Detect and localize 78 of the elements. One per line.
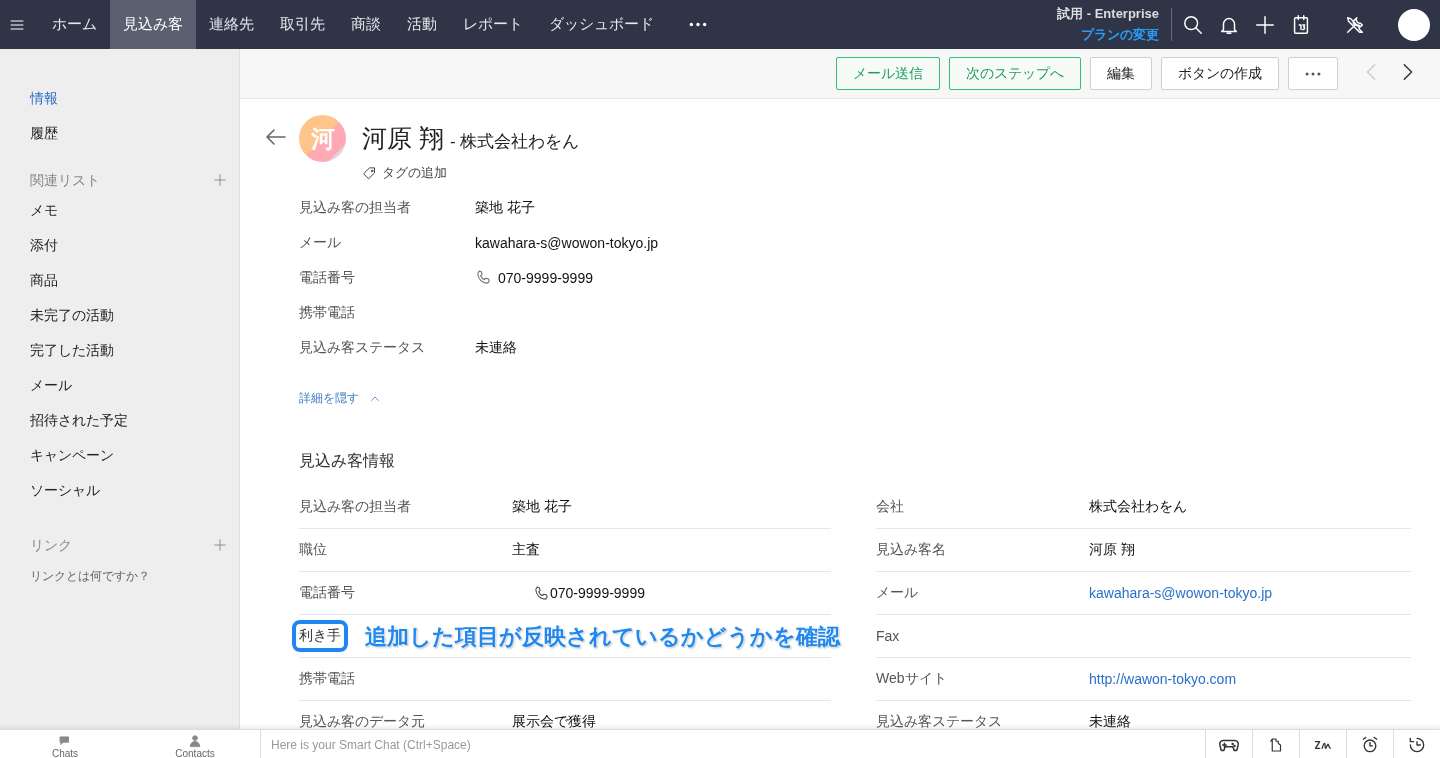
field-label: メール	[299, 233, 342, 252]
annotation-text: 追加した項目が反映されているかどうかを確認	[365, 623, 840, 651]
field-label: 見込み客ステータス	[876, 713, 1002, 729]
field-label: 見込み客名	[876, 541, 946, 559]
field-label: 見込み客の担当者	[299, 498, 411, 516]
field-value: 未連絡	[475, 338, 517, 357]
sidebar-item[interactable]: 商品	[30, 272, 58, 288]
change-plan-link[interactable]: プランの変更	[1081, 26, 1159, 44]
chat-bubble-icon	[58, 734, 72, 748]
field-label: 携帯電話	[299, 303, 356, 322]
sidebar-item[interactable]: メール	[30, 377, 72, 393]
nav-tab[interactable]: 活動	[394, 0, 450, 49]
company-name: - 株式会社わをん	[449, 131, 580, 153]
field-value: 築地 花子	[475, 198, 535, 217]
sidebar-item[interactable]: 情報	[30, 90, 58, 106]
phone-number: 070-9999-9999	[498, 269, 593, 286]
phone-icon	[475, 269, 492, 286]
field-link[interactable]: kawahara-s@wowon-tokyo.jp	[1089, 585, 1411, 601]
field-link[interactable]: http://wawon-tokyo.com	[1089, 671, 1411, 687]
field-value: 株式会社わをん	[1089, 498, 1188, 516]
field-value: 未連絡	[1089, 713, 1132, 729]
add-tag-link[interactable]: タグの追加	[382, 164, 447, 182]
field-label: 職位	[299, 541, 327, 559]
user-avatar[interactable]	[1398, 8, 1430, 41]
chats-tab[interactable]: Chats	[0, 730, 130, 758]
search-icon[interactable]	[1182, 13, 1204, 36]
person-icon	[188, 734, 202, 748]
action-button[interactable]: 次のステップへ	[949, 57, 1081, 90]
action-button[interactable]: 編集	[1090, 57, 1152, 90]
more-icon	[1305, 71, 1321, 76]
alarm-clock-icon[interactable]	[1360, 734, 1380, 755]
record-name: 河原 翔	[362, 123, 444, 154]
section-heading: 関連リスト	[30, 172, 100, 190]
field-label: 電話番号	[299, 584, 355, 602]
plus-icon[interactable]	[1254, 13, 1276, 36]
nav-tab[interactable]: ホーム	[39, 0, 110, 49]
section-heading: リンク	[30, 537, 72, 555]
sidebar-item[interactable]: キャンペーン	[30, 447, 114, 463]
nav-tab[interactable]: 見込み客	[110, 0, 196, 49]
field-label: 電話番号	[299, 268, 356, 287]
sidebar-item[interactable]: 完了した活動	[30, 342, 114, 358]
sidebar-item[interactable]: 添付	[30, 237, 58, 253]
field-label: メール	[876, 584, 918, 602]
field-label: Fax	[876, 628, 900, 644]
field-label: Webサイト	[876, 670, 947, 688]
hide-details-link[interactable]: 詳細を隠す	[299, 390, 359, 407]
field-value: 築地 花子	[512, 498, 573, 516]
sidebar-item[interactable]: 招待された予定	[30, 412, 128, 428]
field-value: 河原 翔	[1089, 541, 1136, 559]
contacts-tab[interactable]: Contacts	[130, 730, 260, 758]
help-link[interactable]: リンクとは何ですか？	[0, 564, 180, 589]
field-label: 見込み客のデータ元	[299, 713, 425, 729]
nav-tab[interactable]: 連絡先	[196, 0, 267, 49]
record-avatar: 河	[299, 115, 346, 162]
edition-label: 試用 - Enterprise	[1057, 5, 1159, 23]
nav-tab[interactable]: 取引先	[267, 0, 338, 49]
phone-icon	[533, 584, 550, 602]
action-button[interactable]: メール送信	[836, 57, 940, 90]
sidebar-item[interactable]: 履歴	[30, 125, 58, 141]
field-label: 見込み客の担当者	[299, 198, 412, 217]
more-icon[interactable]	[689, 22, 707, 27]
tag-icon	[362, 165, 377, 181]
nav-tab[interactable]: ダッシュボード	[536, 0, 667, 49]
field-value: 展示会で獲得	[512, 713, 597, 729]
sidebar-item[interactable]: ソーシャル	[30, 482, 100, 498]
nav-tab[interactable]: レポート	[450, 0, 536, 49]
sidebar-item[interactable]: 未完了の活動	[30, 307, 114, 323]
field-label: 見込み客ステータス	[299, 338, 426, 357]
action-button[interactable]: ボタンの作成	[1161, 57, 1279, 90]
smart-chat-field[interactable]: Here is your Smart Chat (Ctrl+Space)	[260, 730, 1205, 758]
section-title: 見込み客情報	[299, 451, 396, 471]
nav-tab[interactable]: 商談	[338, 0, 394, 49]
field-value: 主査	[512, 541, 541, 559]
phone-number: 070-9999-9999	[550, 585, 645, 601]
field-value: kawahara-s@wowon-tokyo.jp	[475, 234, 659, 251]
field-label: 会社	[876, 498, 904, 516]
field-label: 携帯電話	[299, 670, 355, 688]
sidebar-item[interactable]: メモ	[30, 202, 58, 218]
